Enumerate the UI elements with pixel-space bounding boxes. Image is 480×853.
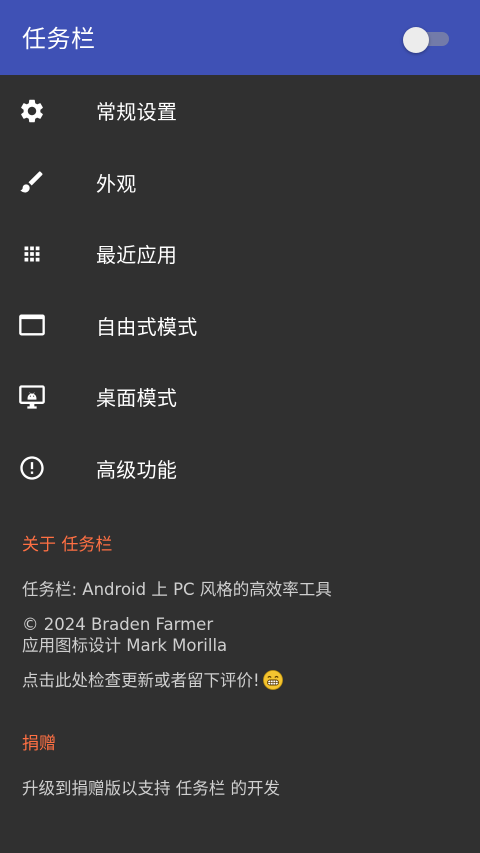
grin-emoji-icon xyxy=(262,670,283,690)
settings-menu: 常规设置 外观 最近应用 自由式模式 桌面模式 高级功能 xyxy=(0,75,480,504)
menu-item-advanced[interactable]: 高级功能 xyxy=(0,433,480,505)
donate-section-header: 捐赠 xyxy=(22,734,56,754)
toggle-thumb xyxy=(403,26,429,53)
about-description: 任务栏: Android 上 PC 风格的高效率工具 xyxy=(22,580,332,599)
menu-item-freeform-mode[interactable]: 自由式模式 xyxy=(0,290,480,362)
alert-circle-icon xyxy=(0,454,96,482)
icon-credit-text: 应用图标设计 Mark Morilla xyxy=(22,636,228,655)
menu-item-label: 常规设置 xyxy=(96,100,178,125)
taskbar-enable-toggle[interactable] xyxy=(403,26,449,53)
settings-screen: 任务栏 常规设置 外观 最近应用 自由式模式 桌面模式 高级功能 关于 任务栏 … xyxy=(0,0,480,853)
menu-item-label: 高级功能 xyxy=(96,457,178,482)
about-credits: © 2024 Braden Farmer 应用图标设计 Mark Morilla xyxy=(0,614,480,656)
donate-link[interactable]: 升级到捐赠版以支持 任务栏 的开发 xyxy=(0,778,480,799)
menu-item-desktop-mode[interactable]: 桌面模式 xyxy=(0,361,480,433)
menu-item-label: 桌面模式 xyxy=(96,386,178,411)
gear-icon xyxy=(0,97,96,125)
copyright-text: © 2024 Braden Farmer xyxy=(22,615,214,634)
about-section-header: 关于 任务栏 xyxy=(22,535,113,555)
menu-item-appearance[interactable]: 外观 xyxy=(0,147,480,219)
check-updates-link[interactable]: 点击此处检查更新或者留下评价! xyxy=(0,670,480,691)
menu-item-label: 外观 xyxy=(96,171,137,196)
menu-item-recent-apps[interactable]: 最近应用 xyxy=(0,218,480,290)
app-bar: 任务栏 xyxy=(0,0,480,75)
grid-icon xyxy=(0,240,96,268)
desktop-android-icon xyxy=(0,383,96,411)
check-updates-text: 点击此处检查更新或者留下评价! xyxy=(22,671,260,690)
menu-item-label: 最近应用 xyxy=(96,243,178,268)
app-title: 任务栏 xyxy=(22,24,96,53)
brush-icon xyxy=(0,168,96,196)
menu-item-label: 自由式模式 xyxy=(96,314,198,339)
menu-item-general[interactable]: 常规设置 xyxy=(0,75,480,147)
window-icon xyxy=(0,311,96,339)
